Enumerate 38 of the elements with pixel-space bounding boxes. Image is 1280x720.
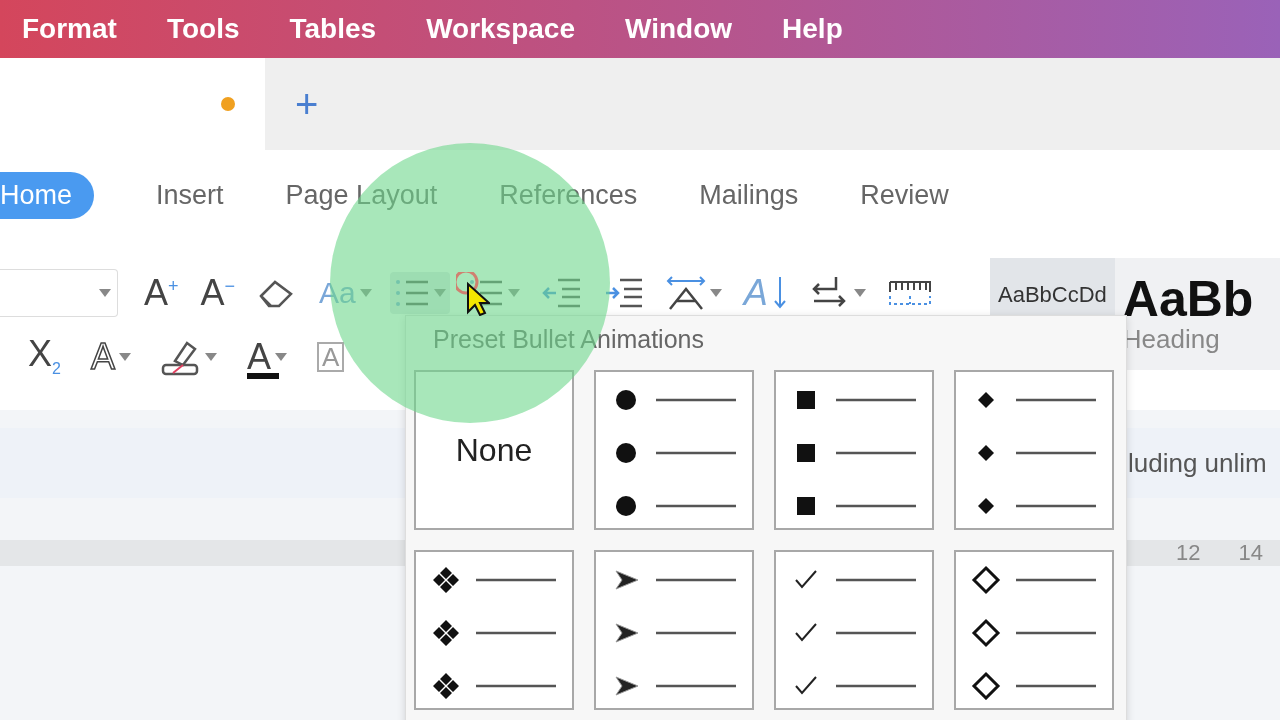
text-direction-icon (665, 275, 706, 311)
decrease-indent-icon (541, 276, 582, 310)
ribbon-tab[interactable]: Review (860, 171, 949, 219)
ribbon-tab[interactable]: Mailings (699, 171, 799, 219)
menu-item[interactable]: Workspace (426, 13, 575, 45)
ruler-number: 14 (1238, 540, 1263, 566)
style-sample: AaBbCcDd (998, 282, 1107, 308)
menu-item[interactable]: Format (22, 13, 117, 45)
color-button[interactable]: A (242, 335, 291, 379)
ruler-number: 12 (1176, 540, 1201, 566)
document-text: luding unlim (1128, 447, 1267, 479)
font-color-bar-icon (246, 373, 279, 379)
bullet-option[interactable] (594, 370, 754, 530)
ribbon-tab[interactable]: Home (0, 171, 95, 219)
bullet-option[interactable] (954, 370, 1114, 530)
down-arrow-icon (771, 275, 788, 311)
cursor-icon (456, 272, 490, 316)
increase-indent-icon (603, 276, 644, 310)
style-sample: AaBb (1122, 273, 1254, 324)
effect-button[interactable]: A (86, 335, 135, 379)
menu-item[interactable]: Tables (289, 13, 377, 45)
bullet-option[interactable] (954, 550, 1114, 710)
menu-item[interactable]: Tools (166, 13, 240, 45)
bullet-option[interactable] (414, 550, 574, 710)
new-tab-button[interactable]: + (295, 81, 319, 127)
text-button[interactable]: A$^{+}$ (140, 271, 183, 315)
subscript-button[interactable]: X$_{2}$ (24, 332, 65, 382)
ribbon-tab[interactable]: Page Layout (285, 171, 438, 219)
bullet-option[interactable] (774, 370, 934, 530)
bullet-option[interactable] (594, 550, 754, 710)
ribbon-tab[interactable]: Insert (156, 171, 224, 219)
font-size-field[interactable] (0, 269, 118, 317)
bullet-option[interactable]: None (414, 370, 574, 530)
ruler-icon (887, 278, 932, 308)
text-button[interactable]: A$^{−}$ (196, 271, 240, 315)
menu-item[interactable]: Window (625, 13, 733, 45)
menu-item[interactable]: Help (782, 13, 843, 45)
bullet-option[interactable] (774, 550, 934, 710)
